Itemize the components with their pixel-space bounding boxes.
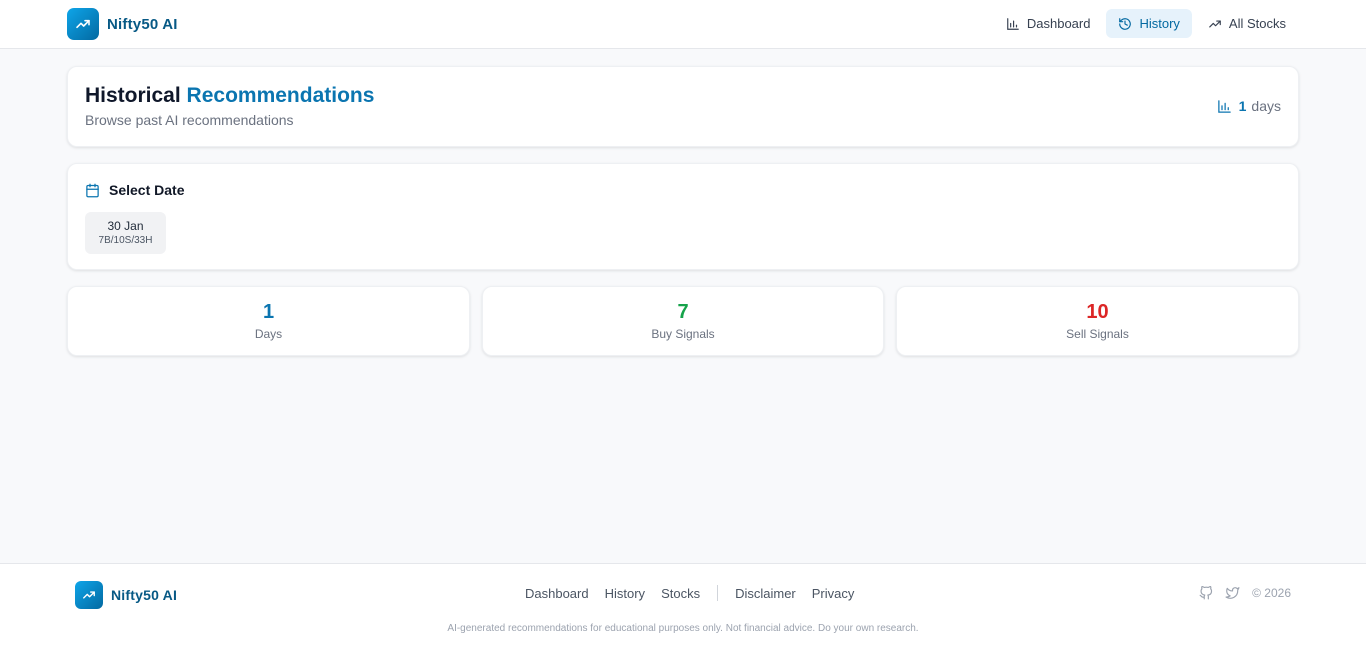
bar-chart-icon <box>1007 17 1019 30</box>
page-title: Historical Recommendations <box>85 84 374 108</box>
nav-all-stocks-label: All Stocks <box>1228 16 1286 31</box>
footer-brand[interactable]: Nifty50 AI <box>75 581 177 609</box>
nav-dashboard[interactable]: Dashboard <box>994 9 1103 38</box>
page-title-accent: Recommendations <box>186 84 375 107</box>
nav-dashboard-label: Dashboard <box>1026 16 1091 31</box>
date-chip-date: 30 Jan <box>107 219 144 233</box>
trending-up-icon <box>1209 20 1221 27</box>
main-nav: Dashboard History All Stocks <box>990 9 1298 38</box>
brand-logo-link[interactable]: Nifty50 AI <box>67 8 178 40</box>
page-subtitle: Browse past AI recommendations <box>85 112 294 128</box>
stat-card-buy-signals: 7 Buy Signals <box>482 286 884 356</box>
nav-all-stocks[interactable]: All Stocks <box>1196 9 1298 38</box>
stat-days-label: Days <box>254 327 283 341</box>
stat-sell-value: 10 <box>1086 301 1109 323</box>
footer-copyright: © 2026 <box>1252 586 1291 600</box>
days-count-value: 1 <box>1238 98 1247 114</box>
stat-buy-value: 7 <box>677 301 689 323</box>
stat-days-value: 1 <box>262 301 275 323</box>
page-title-main: Historical <box>85 84 181 107</box>
footer-links: Dashboard History Stocks Disclaimer Priv… <box>517 585 862 601</box>
footer-meta: © 2026 <box>1199 586 1291 600</box>
select-date-heading: Select Date <box>85 182 184 198</box>
days-count-label: days <box>1251 98 1281 114</box>
github-icon[interactable] <box>1199 586 1213 600</box>
nav-history[interactable]: History <box>1106 9 1192 38</box>
page-header-card: Historical Recommendations Browse past A… <box>67 66 1299 147</box>
footer-link-disclaimer[interactable]: Disclaimer <box>735 586 796 601</box>
footer-link-dashboard[interactable]: Dashboard <box>525 586 589 601</box>
date-chip-signal-summary: 7B/10S/33H <box>98 235 153 246</box>
date-chip[interactable]: 30 Jan 7B/10S/33H <box>85 212 166 254</box>
footer-link-stocks[interactable]: Stocks <box>661 586 700 601</box>
twitter-icon[interactable] <box>1225 586 1240 600</box>
top-navbar: Nifty50 AI Dashboard History All Stocks <box>0 0 1366 49</box>
footer-divider <box>717 585 719 601</box>
history-icon <box>1119 17 1132 30</box>
footer-link-history[interactable]: History <box>605 586 645 601</box>
calendar-icon <box>86 183 99 197</box>
footer-link-privacy[interactable]: Privacy <box>812 586 855 601</box>
nav-history-label: History <box>1139 16 1180 31</box>
select-date-title: Select Date <box>109 182 185 198</box>
trending-up-logo-icon <box>75 581 103 609</box>
brand-name: Nifty50 AI <box>107 15 178 33</box>
days-count-badge: 1 days <box>1217 98 1281 114</box>
stat-card-days: 1 Days <box>67 286 470 356</box>
footer-brand-name: Nifty50 AI <box>111 587 178 603</box>
footer-disclaimer: AI-generated recommendations for educati… <box>447 623 919 634</box>
stat-buy-label: Buy Signals <box>651 327 715 341</box>
stat-sell-label: Sell Signals <box>1066 327 1129 341</box>
stat-card-sell-signals: 10 Sell Signals <box>896 286 1299 356</box>
bar-chart-icon <box>1217 99 1231 113</box>
site-footer: Nifty50 AI Dashboard History Stocks Disc… <box>0 563 1366 652</box>
select-date-card: Select Date 30 Jan 7B/10S/33H <box>67 163 1299 270</box>
trending-up-logo-icon <box>67 8 99 40</box>
